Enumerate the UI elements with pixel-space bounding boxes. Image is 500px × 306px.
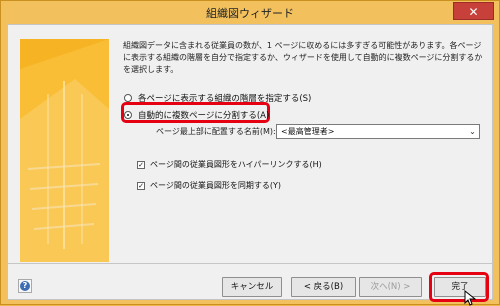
- radio-auto-split[interactable]: 自動的に複数ページに分割する(A): [124, 109, 269, 121]
- radio-auto-button[interactable]: [124, 111, 132, 119]
- wizard-body: 組織図データに含まれる従業員の数が、1 ページに収めるには多すぎる可能性がありま…: [7, 24, 493, 306]
- cancel-button[interactable]: キャンセル: [222, 277, 282, 297]
- top-name-label: ページ最上部に配置する名前(M):: [156, 127, 276, 136]
- top-name-select[interactable]: <最高管理者> ⌄: [276, 124, 480, 139]
- radio-auto-label: 自動的に複数ページに分割する(A): [138, 111, 270, 121]
- wizard-window: 組織図ウィザード ✕ 組織図データに含まれる従業員の数が、1 ページに収めるには…: [0, 0, 500, 306]
- back-button[interactable]: < 戻る(B): [291, 277, 356, 297]
- title-bar[interactable]: 組織図ウィザード ✕: [1, 1, 499, 24]
- wizard-banner-graphic: [20, 39, 109, 262]
- hyperlink-label: ページ間の従業員図形をハイパーリンクする(H): [150, 160, 322, 169]
- chevron-down-icon[interactable]: ⌄: [467, 126, 478, 137]
- help-button[interactable]: ?: [18, 279, 32, 293]
- close-button[interactable]: ✕: [453, 2, 494, 20]
- sync-option[interactable]: ✓ ページ間の従業員図形を同期する(Y): [137, 180, 281, 191]
- sync-checkbox[interactable]: ✓: [137, 181, 145, 190]
- hyperlink-checkbox[interactable]: ✓: [137, 160, 145, 169]
- intro-text: 組織図データに含まれる従業員の数が、1 ページに収めるには多すぎる可能性がありま…: [123, 41, 483, 74]
- hyperlink-option[interactable]: ✓ ページ間の従業員図形をハイパーリンクする(H): [137, 159, 322, 170]
- window-title: 組織図ウィザード: [206, 7, 294, 20]
- next-button[interactable]: 次へ(N) >: [359, 277, 422, 297]
- finish-button[interactable]: 完了: [434, 277, 486, 297]
- help-icon: ?: [20, 281, 30, 291]
- radio-specify-button[interactable]: [124, 94, 132, 102]
- sync-label: ページ間の従業員図形を同期する(Y): [150, 181, 281, 190]
- mouse-cursor-icon: [464, 290, 476, 306]
- top-name-value: <最高管理者>: [281, 127, 335, 136]
- footer-divider: [8, 263, 492, 264]
